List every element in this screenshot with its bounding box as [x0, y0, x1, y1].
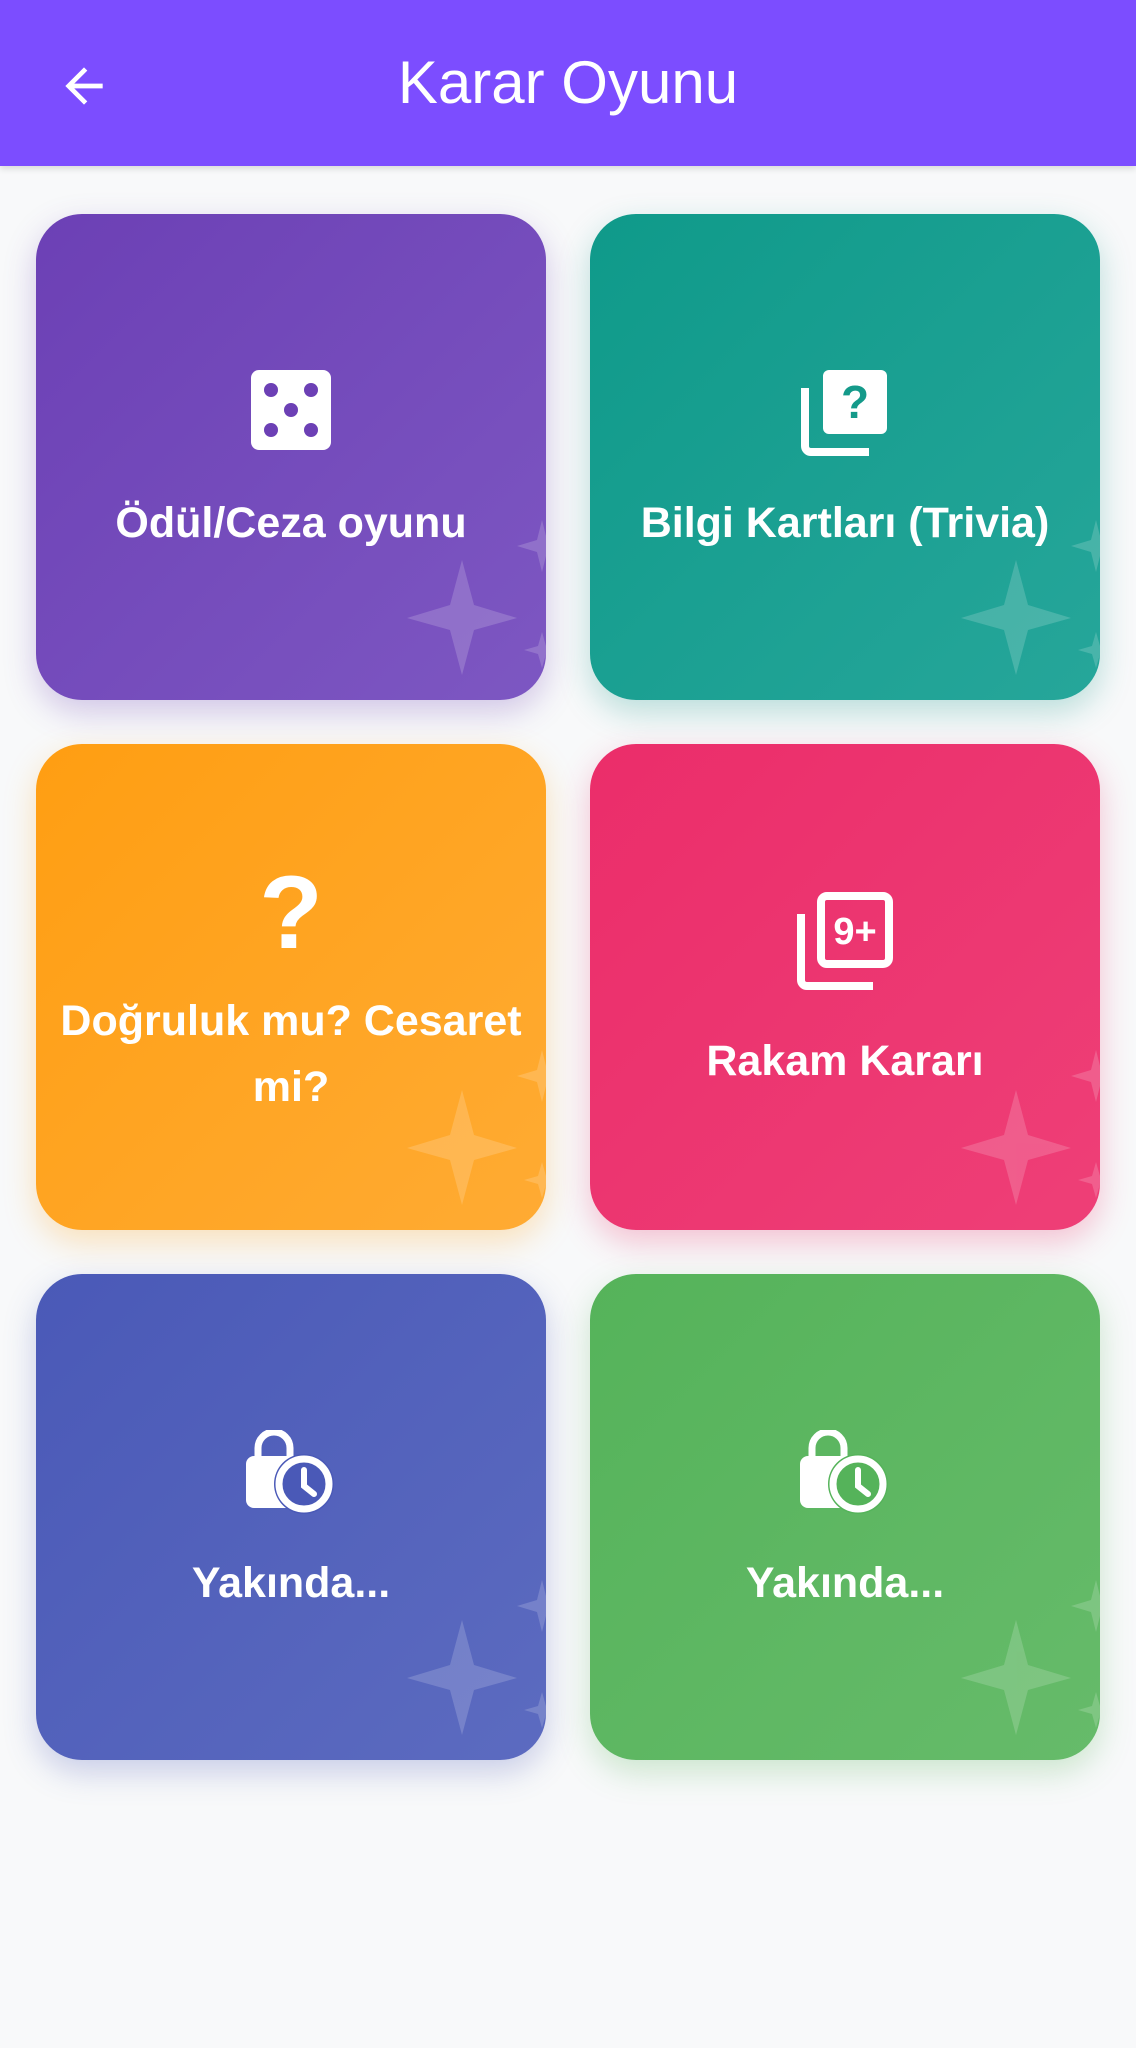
sparkle-icon — [407, 520, 546, 675]
sparkle-icon — [407, 1050, 546, 1205]
filter-9-plus-icon: 9+ — [590, 892, 1100, 992]
svg-text:?: ? — [259, 864, 323, 960]
dice-five-icon — [36, 370, 546, 450]
sparkle-icon — [961, 1050, 1100, 1205]
pending-lock-clock-icon — [36, 1430, 546, 1516]
question-mark-icon: ? — [36, 864, 546, 960]
sparkle-icon — [961, 1580, 1100, 1735]
svg-text:?: ? — [841, 376, 869, 428]
quiz-cards-icon: ? — [590, 366, 1100, 458]
sparkle-icon — [961, 520, 1100, 675]
page-title: Karar Oyunu — [397, 49, 739, 116]
svg-text:9+: 9+ — [833, 911, 876, 953]
card-coming-soon-2[interactable]: Yakında... — [590, 1274, 1100, 1760]
sparkle-icon — [407, 1580, 546, 1735]
card-truth-or-dare[interactable]: ? Doğruluk mu? Cesaret mi? — [36, 744, 546, 1230]
card-trivia-cards[interactable]: ? Bilgi Kartları (Trivia) — [590, 214, 1100, 700]
card-coming-soon-1[interactable]: Yakında... — [36, 1274, 546, 1760]
card-reward-penalty-game[interactable]: Ödül/Ceza oyunu — [36, 214, 546, 700]
app-bar: Karar Oyunu — [0, 0, 1136, 166]
card-number-decision[interactable]: 9+ Rakam Kararı — [590, 744, 1100, 1230]
pending-lock-clock-icon — [590, 1430, 1100, 1516]
